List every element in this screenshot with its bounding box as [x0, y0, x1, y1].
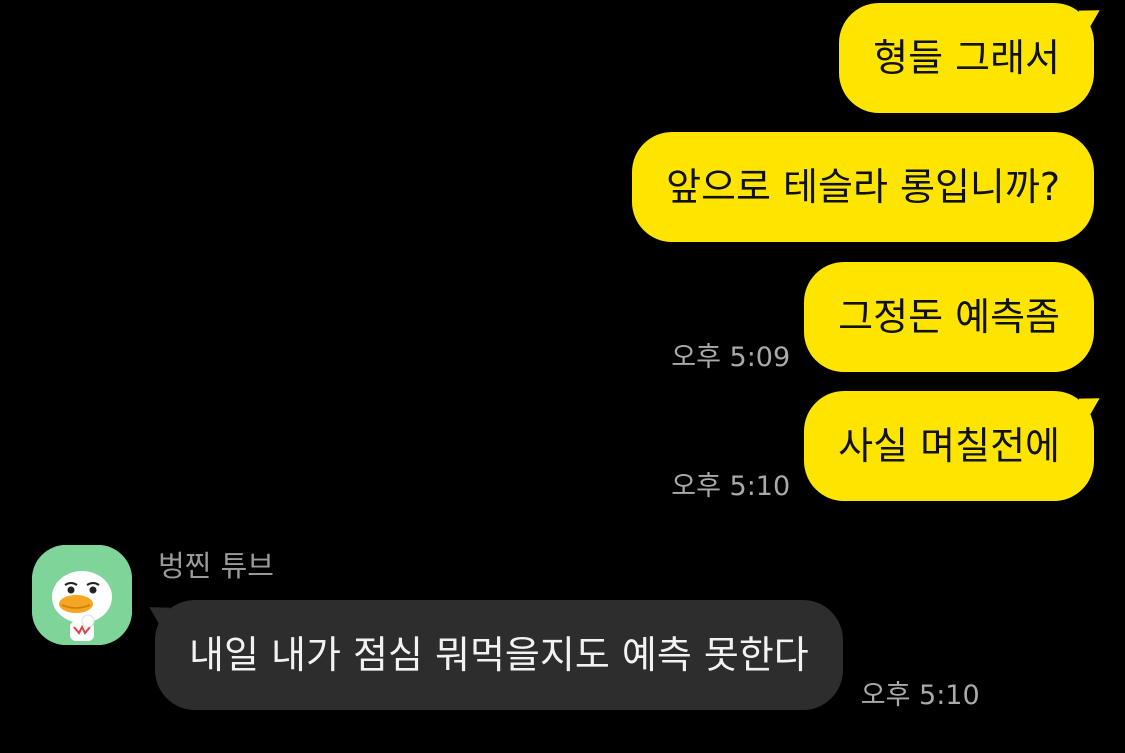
- outgoing-message-bubble[interactable]: 그정돈 예측좀: [804, 262, 1094, 372]
- message-timestamp: 오후 5:09: [671, 342, 791, 373]
- outgoing-message-row: 오후 5:09 그정돈 예측좀: [671, 262, 1094, 373]
- sender-avatar[interactable]: [32, 545, 132, 645]
- incoming-message-bubble[interactable]: 내일 내가 점심 뭐먹을지도 예측 못한다: [155, 600, 843, 710]
- outgoing-message-bubble[interactable]: 형들 그래서: [839, 3, 1094, 113]
- duck-character-avatar-icon: [32, 545, 132, 645]
- message-timestamp: 오후 5:10: [671, 471, 791, 502]
- outgoing-message-bubble[interactable]: 앞으로 테슬라 롱입니까?: [632, 132, 1094, 242]
- outgoing-message-row: 오후 5:10 사실 며칠전에: [671, 391, 1094, 502]
- chat-room: 형들 그래서 앞으로 테슬라 롱입니까? 오후 5:09 그정돈 예측좀 오후 …: [0, 0, 1125, 753]
- incoming-message-row: 내일 내가 점심 뭐먹을지도 예측 못한다 오후 5:10: [155, 600, 980, 711]
- outgoing-message-row: 형들 그래서: [839, 3, 1094, 113]
- outgoing-message-bubble[interactable]: 사실 며칠전에: [804, 391, 1094, 501]
- message-timestamp: 오후 5:10: [860, 680, 980, 711]
- outgoing-message-row: 앞으로 테슬라 롱입니까?: [632, 132, 1094, 242]
- sender-name: 벙찐 튜브: [158, 549, 274, 583]
